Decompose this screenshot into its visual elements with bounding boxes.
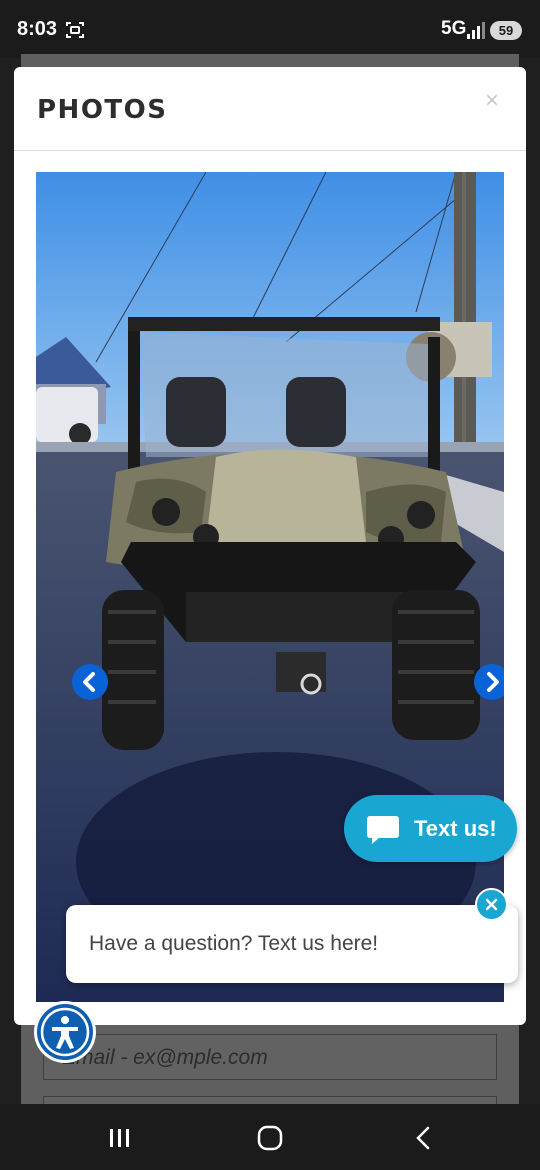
utv-photo-image bbox=[36, 172, 504, 1002]
chevron-right-icon bbox=[487, 672, 499, 692]
accessibility-icon bbox=[40, 1007, 90, 1057]
chevron-left-icon bbox=[83, 672, 95, 692]
email-field[interactable]: Email - ex@mple.com bbox=[43, 1034, 497, 1080]
screen: 8:03 5G 59 Email - ex@mple.com PHOTOS × bbox=[0, 0, 540, 1170]
signal-icon bbox=[467, 22, 485, 39]
recents-icon bbox=[110, 1129, 129, 1147]
status-time: 8:03 bbox=[17, 18, 58, 40]
chat-popup-close-button[interactable] bbox=[475, 888, 508, 921]
text-us-label: Text us! bbox=[414, 816, 497, 841]
text-us-button[interactable]: Text us! bbox=[344, 795, 517, 862]
battery-indicator: 59 bbox=[490, 21, 522, 40]
status-bar: 8:03 5G 59 bbox=[0, 0, 540, 58]
screenshot-icon bbox=[66, 22, 84, 38]
home-button[interactable] bbox=[250, 1120, 290, 1156]
accessibility-button[interactable] bbox=[34, 1001, 96, 1063]
accessibility-badge bbox=[37, 1004, 93, 1060]
network-type: 5G bbox=[441, 18, 467, 39]
modal-header: PHOTOS × bbox=[14, 67, 526, 151]
chat-popup[interactable]: Have a question? Text us here! bbox=[66, 905, 518, 983]
previous-photo-button[interactable] bbox=[72, 664, 108, 700]
back-button[interactable] bbox=[402, 1120, 442, 1156]
modal-close-button[interactable]: × bbox=[485, 87, 499, 115]
next-photo-button[interactable] bbox=[474, 664, 504, 700]
vehicle-photo bbox=[36, 172, 504, 1002]
modal-title: PHOTOS bbox=[37, 95, 168, 125]
chat-bubble-icon bbox=[367, 816, 399, 844]
recents-button[interactable] bbox=[100, 1120, 140, 1156]
chat-popup-message: Have a question? Text us here! bbox=[89, 932, 379, 955]
photos-modal: PHOTOS × bbox=[14, 67, 526, 1025]
system-nav-bar bbox=[0, 1104, 540, 1170]
home-icon bbox=[257, 1125, 283, 1151]
back-icon bbox=[416, 1126, 430, 1150]
close-icon bbox=[485, 898, 498, 911]
